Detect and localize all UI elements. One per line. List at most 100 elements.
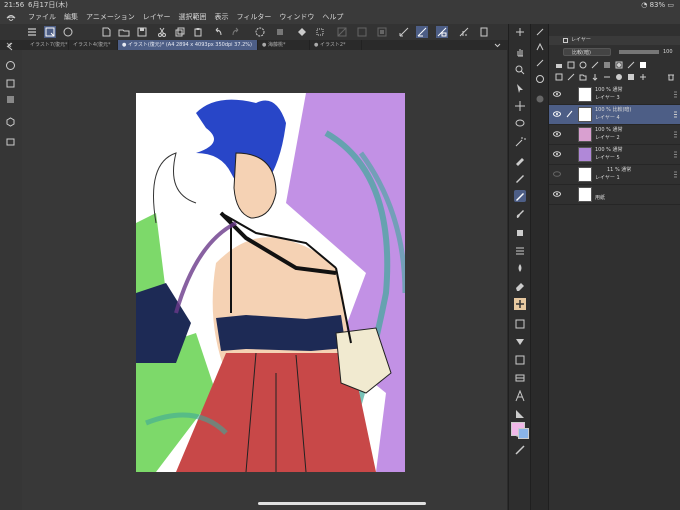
visibility-eye-icon[interactable] [553,91,561,97]
auto-select-tool-icon[interactable] [514,136,526,148]
cut-icon[interactable] [156,26,168,38]
visibility-eye-icon[interactable] [553,171,561,177]
collapse-icon[interactable] [5,41,16,52]
show-ruler-icon[interactable] [639,73,647,81]
new-file-icon[interactable] [100,26,112,38]
new-raster-layer-icon[interactable] [555,73,563,81]
open-folder-icon[interactable] [118,26,130,38]
paste-icon[interactable] [192,26,204,38]
menu-layer[interactable]: レイヤー [143,11,171,24]
lock-transparency-icon[interactable] [603,61,611,69]
hand-tool-icon[interactable] [514,46,526,58]
sub-view-icon[interactable] [5,94,16,105]
eyedropper-tool-icon[interactable] [514,154,526,166]
blend-mode-select[interactable]: 比較(暗) [563,48,611,56]
undo-icon[interactable] [212,26,224,38]
visibility-eye-icon[interactable] [553,191,561,197]
layer-row[interactable]: 100 % 通常 レイヤー 5 [549,145,680,165]
new-folder-icon[interactable] [579,73,587,81]
quick-access-icon[interactable] [62,26,74,38]
copy-icon[interactable] [174,26,186,38]
pencil-tool-icon[interactable] [514,190,526,202]
color-set-icon[interactable] [535,94,545,104]
materials-icon[interactable] [5,116,16,127]
ruler-layer-icon[interactable] [627,61,635,69]
app-logo-icon[interactable] [6,13,16,22]
brush-size-icon[interactable] [535,27,545,37]
operation-tool-icon[interactable] [514,82,526,94]
snap-special-ruler-icon[interactable] [436,26,448,38]
menu-file[interactable]: ファイル [28,11,56,24]
menu-animation[interactable]: アニメーション [86,11,135,24]
decoration-tool-icon[interactable] [514,244,526,256]
airbrush-tool-icon[interactable] [514,226,526,238]
new-vector-layer-icon[interactable] [567,73,575,81]
clip-layer-icon[interactable] [567,61,575,69]
layer-row-selected[interactable]: 100 % 比較(暗) レイヤー 4 [549,105,680,125]
snap-grid-icon[interactable] [458,26,470,38]
delete-layer-icon[interactable] [667,73,675,81]
layer-row-paper[interactable]: 用紙 [549,185,680,205]
tool-property-icon[interactable] [535,42,545,52]
menu-selection[interactable]: 選択範囲 [179,11,207,24]
canvas-area[interactable] [22,50,507,510]
fill-tool-icon[interactable] [514,298,526,310]
eraser-tool-icon[interactable] [514,280,526,292]
fill-selection-icon[interactable] [274,26,286,38]
lasso-tool-icon[interactable] [514,118,526,130]
drag-handle-icon[interactable] [673,171,678,178]
crop-icon[interactable] [314,26,326,38]
drag-handle-icon[interactable] [673,151,678,158]
layer-row[interactable]: 100 % 通常 レイヤー 2 [549,125,680,145]
menu-view[interactable]: 表示 [215,11,229,24]
menu-edit[interactable]: 編集 [64,11,78,24]
home-indicator[interactable] [258,502,426,505]
visibility-eye-icon[interactable] [553,111,561,117]
menu-filter[interactable]: フィルター [237,11,272,24]
quick-access-panel-icon[interactable] [5,60,16,71]
zoom-tool-icon[interactable] [514,64,526,76]
text-tool-icon[interactable] [514,390,526,402]
correction-line-tool-icon[interactable] [514,408,526,420]
tab-document-2[interactable]: イラスト4(復元* [69,40,118,50]
menu-help[interactable]: ヘルプ [322,11,343,24]
invert-selection-icon[interactable] [376,26,388,38]
layer-lock-icon[interactable] [555,61,563,69]
menu-icon[interactable] [26,26,38,38]
tab-document-1[interactable]: イラスト7(復元* [26,40,69,50]
snap-ruler-icon[interactable] [416,26,428,38]
reference-layer-icon[interactable] [579,61,587,69]
item-bank-icon[interactable] [5,136,16,147]
tab-document-active[interactable]: ● イラスト(復元)* (A4 2894 x 4093px 350dpi 37.… [118,40,258,50]
drag-handle-icon[interactable] [673,131,678,138]
drag-handle-icon[interactable] [673,91,678,98]
color-wheel-icon[interactable] [535,74,545,84]
layer-mask-icon[interactable] [615,73,623,81]
deselect-icon[interactable] [356,26,368,38]
navigator-icon[interactable] [5,78,16,89]
collapse-tools-icon[interactable] [514,26,526,38]
preferences-icon[interactable] [478,26,490,38]
sub-color-swatch[interactable] [518,428,529,439]
layer-row[interactable]: 100 % 通常 レイヤー 3 [549,85,680,105]
ruler-snap-icon[interactable] [398,26,410,38]
layer-row[interactable]: 11 % 通常 レイヤー 1 [549,165,680,185]
redo-icon[interactable] [230,26,242,38]
gradient-tool-icon[interactable] [514,336,526,348]
blend-tool-icon[interactable] [514,262,526,274]
opacity-slider[interactable] [619,50,659,54]
draft-layer-icon[interactable] [591,61,599,69]
sub-tool-icon[interactable] [535,58,545,68]
pen-tool-icon[interactable] [514,172,526,184]
figure-tool-icon[interactable] [514,354,526,366]
visibility-eye-icon[interactable] [553,131,561,137]
tabs-chevron-down-icon[interactable] [494,42,501,48]
menu-window[interactable]: ウィンドウ [279,11,314,24]
merge-down-icon[interactable] [603,73,611,81]
visibility-eye-icon[interactable] [553,151,561,157]
frame-border-tool-icon[interactable] [514,318,526,330]
line-tool-icon[interactable] [514,444,526,456]
tab-document-4[interactable]: ● 海藤桃* [258,40,310,50]
mask-icon[interactable] [615,61,623,69]
illustration-canvas[interactable] [136,93,405,472]
